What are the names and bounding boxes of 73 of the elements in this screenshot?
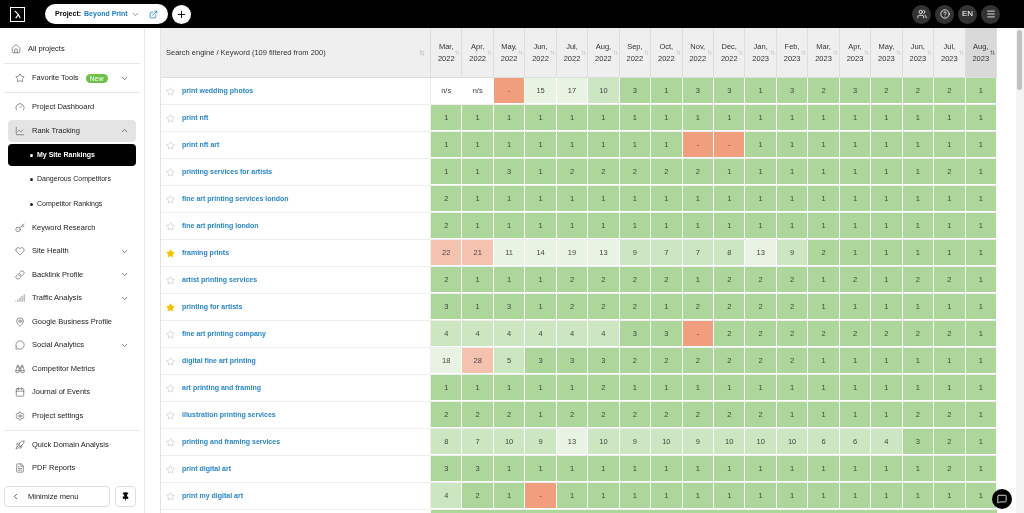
star-icon[interactable] — [166, 86, 175, 96]
sort-icon — [958, 50, 964, 55]
calendar-icon — [15, 387, 25, 397]
binoculars-icon — [15, 363, 25, 374]
sort-icon — [612, 50, 618, 55]
link-icon — [15, 269, 25, 280]
star-icon[interactable] — [166, 410, 175, 420]
menu-button[interactable] — [981, 4, 1000, 24]
speech-bubble-icon — [15, 340, 25, 350]
language-button[interactable]: EN — [958, 4, 977, 24]
settings-icon — [15, 410, 25, 421]
star-icon[interactable] — [166, 356, 175, 366]
sort-icon — [486, 50, 492, 55]
sort-icon — [518, 50, 524, 55]
users-icon — [916, 9, 927, 19]
external-link-icon[interactable] — [148, 9, 158, 19]
star-icon[interactable] — [166, 383, 175, 393]
scrollbar-thumb[interactable] — [1017, 30, 1022, 90]
sort-icon — [864, 50, 870, 55]
scrollbar[interactable] — [1016, 28, 1024, 513]
star-icon[interactable] — [166, 248, 175, 258]
sort-icon — [549, 50, 555, 55]
chat-button[interactable] — [992, 489, 1012, 509]
line-chart-icon — [15, 125, 25, 136]
bullet-icon — [30, 202, 33, 206]
pin-icon — [121, 492, 130, 501]
gauge-icon — [15, 102, 25, 112]
sort-icon — [707, 50, 712, 55]
bullet-icon — [30, 153, 33, 157]
rocket-icon — [15, 439, 25, 450]
star-icon[interactable] — [166, 113, 175, 123]
star-icon[interactable] — [166, 437, 175, 447]
logo-icon — [10, 6, 25, 22]
sort-icon — [801, 50, 807, 55]
users-button[interactable] — [912, 4, 931, 24]
sort-icon — [581, 50, 587, 55]
chevron-down-icon — [120, 270, 129, 279]
star-icon[interactable] — [166, 221, 175, 231]
star-icon[interactable] — [166, 464, 175, 474]
sort-icon — [675, 50, 681, 55]
pin-button[interactable] — [115, 486, 136, 507]
key-icon — [15, 222, 25, 233]
home-icon — [11, 44, 21, 54]
heart-icon — [15, 246, 25, 256]
sort-icon — [927, 50, 933, 55]
help-button[interactable] — [935, 4, 954, 24]
sort-icon — [738, 50, 744, 55]
sort-icon — [644, 50, 650, 55]
star-icon[interactable] — [166, 302, 175, 312]
star-icon[interactable] — [166, 491, 175, 501]
bar-chart-icon — [15, 293, 25, 303]
star-icon[interactable] — [166, 140, 175, 150]
star-icon[interactable] — [166, 167, 175, 177]
star-icon[interactable] — [166, 329, 175, 339]
menu-icon — [985, 9, 996, 19]
map-pin-icon — [15, 316, 25, 327]
add-button[interactable] — [171, 4, 191, 24]
chat-icon — [997, 494, 1007, 504]
star-icon[interactable] — [166, 194, 175, 204]
star-icon — [15, 73, 25, 83]
bullet-icon — [30, 178, 33, 181]
chevron-left-icon — [11, 492, 20, 501]
sort-icon — [455, 50, 461, 55]
star-icon[interactable] — [166, 275, 175, 285]
sort-icon — [895, 50, 901, 55]
document-icon — [15, 463, 25, 473]
chevron-up-icon — [120, 126, 129, 135]
plus-icon — [175, 8, 187, 20]
sort-icon — [419, 49, 425, 56]
sort-icon — [990, 50, 995, 55]
sort-icon — [832, 50, 838, 55]
sort-icon — [769, 50, 775, 55]
help-icon — [939, 9, 950, 19]
